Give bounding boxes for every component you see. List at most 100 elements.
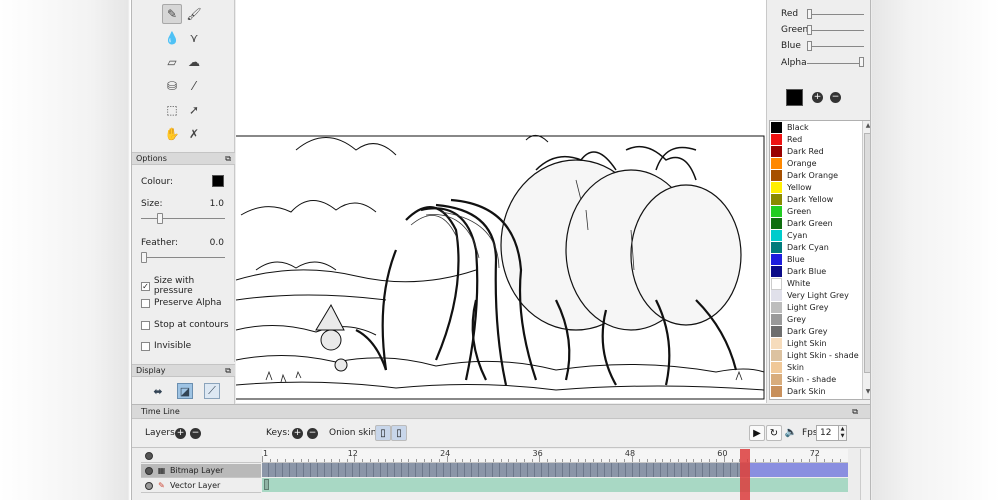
size-with-pressure-checkbox[interactable]: ✓ Size with pressure bbox=[141, 276, 234, 296]
color-list-item[interactable]: Blue bbox=[770, 254, 862, 266]
keys-label: Keys: bbox=[266, 428, 291, 438]
ruler-tick bbox=[446, 456, 448, 462]
color-swatch bbox=[771, 374, 782, 386]
color-list-item[interactable]: Red bbox=[770, 134, 862, 146]
sound-icon[interactable]: 🔈 bbox=[783, 425, 799, 441]
size-slider[interactable] bbox=[157, 213, 163, 224]
color-list-item[interactable]: Light Grey bbox=[770, 302, 862, 314]
color-list-item[interactable]: Dark Green bbox=[770, 218, 862, 230]
vector-layer-track[interactable] bbox=[262, 478, 848, 492]
hand-tool-icon[interactable]: ✋ bbox=[162, 124, 182, 144]
float-panel-icon[interactable]: ⧉ bbox=[852, 405, 858, 418]
color-list-item[interactable]: Dark Orange bbox=[770, 170, 862, 182]
bucket-tool-icon[interactable]: ⛁ bbox=[162, 76, 182, 96]
add-layer-button[interactable]: + bbox=[175, 428, 186, 439]
vector-keyframe[interactable] bbox=[264, 479, 269, 490]
color-list-item[interactable]: Green bbox=[770, 206, 862, 218]
color-list-item[interactable]: Yellow bbox=[770, 182, 862, 194]
stop-at-contours-checkbox[interactable]: Stop at contours bbox=[141, 320, 229, 330]
clear-tool-icon[interactable]: ✗ bbox=[184, 124, 204, 144]
ruler-tick bbox=[623, 459, 625, 462]
eye-icon[interactable] bbox=[145, 467, 153, 475]
color-list-item[interactable]: Dark Skin bbox=[770, 386, 862, 398]
timeline-scrollbar[interactable] bbox=[860, 449, 870, 500]
polyline-tool-icon[interactable]: ⋎ bbox=[184, 28, 204, 48]
onion-previous-icon[interactable]: ▯ bbox=[375, 425, 391, 441]
remove-key-button[interactable]: − bbox=[307, 428, 318, 439]
add-color-button[interactable]: + bbox=[812, 92, 823, 103]
fps-spinner[interactable]: ▲ ▼ bbox=[838, 425, 847, 441]
layer-row-vector[interactable]: ✎ Vector Layer bbox=[141, 479, 261, 493]
color-list-item[interactable]: Dark Red bbox=[770, 146, 862, 158]
loop-button[interactable]: ↻ bbox=[766, 425, 782, 441]
feather-slider[interactable] bbox=[141, 252, 147, 263]
eyedropper-tool-icon[interactable]: ⁄ bbox=[184, 76, 204, 96]
color-list-item[interactable]: Cyan bbox=[770, 230, 862, 242]
outlines-icon[interactable]: ⟋ bbox=[204, 383, 220, 399]
eye-icon[interactable] bbox=[145, 482, 153, 490]
ruler-tick bbox=[408, 459, 410, 462]
pen-tool-icon[interactable]: 🖌 bbox=[184, 4, 204, 24]
color-swatch bbox=[771, 290, 782, 302]
thin-lines-icon[interactable]: ◪ bbox=[177, 383, 193, 399]
color-name: Dark Cyan bbox=[787, 243, 829, 252]
scroll-up-icon[interactable]: ▲ bbox=[863, 122, 870, 132]
ink-drop-tool-icon[interactable]: 💧 bbox=[162, 28, 182, 48]
ruler-tick bbox=[708, 459, 710, 462]
color-list-item[interactable]: Orange bbox=[770, 158, 862, 170]
pencil-tool-icon[interactable]: ✎ bbox=[162, 4, 182, 24]
colour-swatch[interactable] bbox=[212, 175, 224, 187]
layer-row-bitmap[interactable]: ▦ Bitmap Layer bbox=[141, 464, 261, 478]
float-panel-icon[interactable]: ⧉ bbox=[225, 365, 231, 376]
onion-next-icon[interactable]: ▯ bbox=[391, 425, 407, 441]
move-tool-icon[interactable]: ➚ bbox=[184, 100, 204, 120]
ruler-tick bbox=[693, 459, 695, 462]
frame-ruler[interactable]: 1 12 24 36 48 60 72 bbox=[262, 449, 848, 463]
color-list-item[interactable]: Black bbox=[770, 122, 862, 134]
invisible-checkbox[interactable]: Invisible bbox=[141, 341, 191, 351]
preserve-alpha-checkbox[interactable]: Preserve Alpha bbox=[141, 298, 222, 308]
ruler-tick bbox=[539, 456, 541, 462]
color-list-item[interactable]: Light Skin - shade bbox=[770, 350, 862, 362]
eraser-tool-icon[interactable]: ▱ bbox=[162, 52, 182, 72]
visibility-all-icon[interactable] bbox=[145, 452, 153, 460]
frame-tracks[interactable]: 1 12 24 36 48 60 72 bbox=[262, 449, 848, 500]
color-list-item[interactable]: Light Skin bbox=[770, 338, 862, 350]
ruler-tick bbox=[485, 459, 487, 462]
green-slider-track bbox=[807, 30, 864, 31]
color-list-item[interactable]: Grey bbox=[770, 314, 862, 326]
alpha-slider[interactable] bbox=[859, 57, 864, 67]
color-list-item[interactable]: Skin bbox=[770, 362, 862, 374]
color-list-item[interactable]: Dark Cyan bbox=[770, 242, 862, 254]
smudge-tool-icon[interactable]: ☁ bbox=[184, 52, 204, 72]
float-panel-icon[interactable]: ⧉ bbox=[225, 153, 231, 164]
remove-color-button[interactable]: − bbox=[830, 92, 841, 103]
color-list-item[interactable]: Very Light Grey bbox=[770, 290, 862, 302]
flip-horizontal-icon[interactable]: ⬌ bbox=[150, 383, 166, 399]
color-name: Dark Skin bbox=[787, 387, 826, 396]
play-button[interactable]: ▶ bbox=[749, 425, 765, 441]
scroll-down-icon[interactable]: ▼ bbox=[863, 388, 870, 398]
blue-slider[interactable] bbox=[807, 41, 812, 51]
select-tool-icon[interactable]: ⬚ bbox=[162, 100, 182, 120]
playhead[interactable] bbox=[740, 449, 750, 500]
bitmap-keyframes[interactable] bbox=[262, 463, 740, 477]
color-name: Black bbox=[787, 123, 809, 132]
palette-scrollbar[interactable]: ▲ ▼ bbox=[862, 121, 870, 399]
color-list-item[interactable]: White bbox=[770, 278, 862, 290]
color-list-item[interactable]: Dark Grey bbox=[770, 326, 862, 338]
add-key-button[interactable]: + bbox=[292, 428, 303, 439]
checkbox-icon bbox=[141, 298, 150, 308]
bitmap-layer-track[interactable] bbox=[262, 463, 848, 477]
color-list-item[interactable]: Dark Blue bbox=[770, 266, 862, 278]
remove-layer-button[interactable]: − bbox=[190, 428, 201, 439]
ruler-tick bbox=[824, 459, 826, 462]
green-slider[interactable] bbox=[807, 25, 812, 35]
red-slider[interactable] bbox=[807, 9, 812, 19]
color-list-item[interactable]: Skin - shade bbox=[770, 374, 862, 386]
scroll-thumb[interactable] bbox=[864, 133, 870, 373]
color-list-item[interactable]: Dark Yellow bbox=[770, 194, 862, 206]
drawing-canvas[interactable] bbox=[236, 0, 766, 403]
red-label: Red bbox=[781, 9, 799, 19]
current-color-swatch[interactable] bbox=[786, 89, 803, 106]
